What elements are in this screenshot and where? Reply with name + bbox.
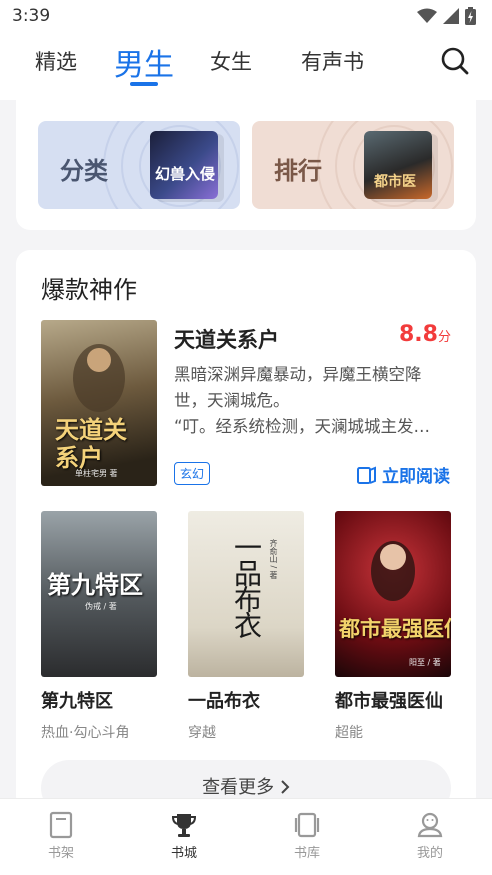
bottom-tab-bookstore[interactable]: 书城 <box>144 811 224 861</box>
book-cover-author: 伪戒 / 著 <box>85 602 117 611</box>
tab-audiobook[interactable]: 有声书 <box>301 46 364 76</box>
bottom-navigation: 书架 书城 书库 我的 <box>0 798 492 875</box>
book-item[interactable]: 都市最强医仙 阳至 / 著 都市最强医仙 超能 <box>335 511 451 742</box>
book-tag: 超能 <box>335 725 363 741</box>
signal-icon <box>443 8 459 24</box>
chevron-right-icon <box>281 780 290 794</box>
bottom-tab-bookshelf[interactable]: 书架 <box>21 811 101 861</box>
status-bar: 3:39 <box>0 0 492 34</box>
featured-section: 爆款神作 天道关系户 单柱宅男 著 天道关系户 8.8分 黑暗深渊异魔暴动，异魔… <box>16 250 476 816</box>
desc-line: 世，天澜城危。 <box>174 391 290 410</box>
book-tag: 热血·勾心斗角 <box>41 725 130 741</box>
top-navigation: 精选 男生 女生 有声书 <box>0 34 492 100</box>
ranking-cover: 都市医 <box>364 131 432 199</box>
trophy-icon <box>171 814 197 837</box>
profile-icon <box>417 812 443 838</box>
genre-tag: 玄幻 <box>174 462 211 485</box>
book-cover-author: 齐俞山 / 著 <box>269 539 278 579</box>
wifi-icon <box>417 8 437 23</box>
quick-entry-card: 分类 幻兽入侵 排行 都市医 <box>16 100 476 230</box>
bottom-tab-label: 书库 <box>293 846 320 861</box>
category-cover-title: 幻兽入侵 <box>155 165 216 183</box>
active-tab-indicator <box>130 82 158 86</box>
view-more-label: 查看更多 <box>202 777 275 798</box>
book-item[interactable]: 一品布衣 齐俞山 / 著 一品布衣 穿越 <box>188 511 304 742</box>
book-tag: 穿越 <box>188 725 216 741</box>
category-entry[interactable]: 分类 幻兽入侵 <box>38 121 240 209</box>
bottom-tab-label: 我的 <box>416 846 443 861</box>
battery-icon <box>465 7 476 25</box>
tab-featured[interactable]: 精选 <box>35 46 77 76</box>
book-title: 一品布衣 <box>188 691 260 712</box>
featured-description: 黑暗深渊异魔暴动，异魔王横空降 世，天澜城危。 “叮。经系统检测，天澜城城主发… <box>174 362 450 440</box>
bookshelf-icon <box>49 811 73 839</box>
tab-female[interactable]: 女生 <box>210 46 252 76</box>
bottom-tab-profile[interactable]: 我的 <box>390 811 470 861</box>
desc-line: 黑暗深渊异魔暴动，异魔王横空降 <box>174 365 422 384</box>
status-icons <box>417 7 476 25</box>
bottom-tab-label: 书架 <box>47 846 74 861</box>
library-icon <box>294 812 320 838</box>
read-now-button[interactable]: 立即阅读 <box>357 462 450 487</box>
book-title: 第九特区 <box>41 691 113 712</box>
ranking-label: 排行 <box>274 157 322 185</box>
book-cover: 第九特区 伪戒 / 著 <box>41 511 157 677</box>
bottom-tab-label: 书城 <box>170 846 197 861</box>
featured-cover-author: 单柱宅男 著 <box>75 469 118 478</box>
desc-line: “叮。经系统检测，天澜城城主发… <box>174 417 431 436</box>
featured-cover-title: 天道关系户 <box>55 415 127 472</box>
book-title: 都市最强医仙 <box>335 691 443 712</box>
featured-title[interactable]: 天道关系户 <box>174 324 279 354</box>
ranking-entry[interactable]: 排行 都市医 <box>252 121 454 209</box>
book-open-icon <box>357 466 376 484</box>
tab-male[interactable]: 男生 <box>114 40 174 84</box>
featured-cover[interactable]: 天道关系户 单柱宅男 著 <box>41 320 157 486</box>
ranking-cover-title: 都市医 <box>374 174 416 190</box>
bottom-tab-library[interactable]: 书库 <box>267 811 347 861</box>
status-time: 3:39 <box>12 6 51 26</box>
cover-art <box>371 541 415 601</box>
book-cover: 都市最强医仙 阳至 / 著 <box>335 511 451 677</box>
book-item[interactable]: 第九特区 伪戒 / 著 第九特区 热血·勾心斗角 <box>41 511 157 742</box>
section-title: 爆款神作 <box>41 276 137 304</box>
book-cover-title: 一品布衣 <box>230 533 263 637</box>
read-now-label: 立即阅读 <box>382 467 450 487</box>
book-cover-title: 第九特区 <box>47 570 143 599</box>
category-label: 分类 <box>60 157 108 185</box>
book-cover: 一品布衣 齐俞山 / 著 <box>188 511 304 677</box>
book-cover-title: 都市最强医仙 <box>339 616 451 641</box>
featured-score: 8.8分 <box>399 322 451 347</box>
category-cover: 幻兽入侵 <box>150 131 218 199</box>
book-cover-author: 阳至 / 著 <box>409 658 441 667</box>
search-icon[interactable] <box>440 46 470 76</box>
